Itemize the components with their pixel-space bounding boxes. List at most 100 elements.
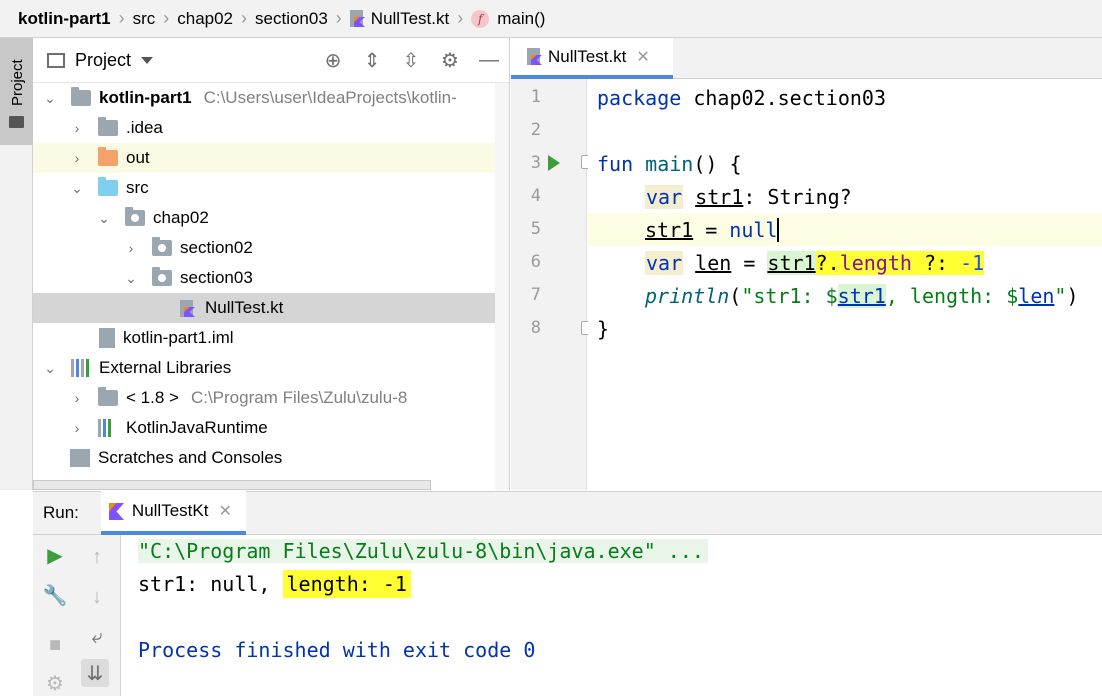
kotlin-file-icon — [349, 10, 365, 27]
function-icon: f — [471, 9, 490, 28]
tab-label: NullTest.kt — [548, 46, 627, 66]
tree-item-label: kotlin-part1.iml — [123, 328, 234, 347]
kotlin-file-icon — [180, 299, 195, 317]
tree-item-section03[interactable]: ⌄ section03 — [33, 263, 509, 293]
chevron-down-icon[interactable]: ⌄ — [97, 210, 111, 226]
gear-icon[interactable]: ⚙ — [438, 48, 462, 72]
scroll-to-end-icon[interactable]: ⇊ — [81, 659, 109, 687]
soft-wrap-icon[interactable]: ⤶ — [83, 623, 111, 651]
line-number: 5 — [530, 219, 541, 239]
operator: ?: — [911, 250, 961, 275]
tree-item-src[interactable]: ⌄ src — [33, 173, 509, 203]
libraries-icon — [71, 359, 91, 377]
package-icon — [152, 267, 172, 286]
highlight-marker: str1?. length ?: -1 — [767, 250, 985, 275]
kotlin-file-icon — [527, 48, 542, 65]
tree-item-jdk[interactable]: › < 1.8 > C:\Program Files\Zulu\zulu-8 — [33, 383, 509, 413]
breadcrumb-chap02[interactable]: chap02 — [177, 9, 233, 29]
chevron-down-icon[interactable]: ⌄ — [124, 270, 138, 286]
wrench-icon[interactable]: 🔧 — [41, 581, 69, 609]
chevron-right-icon: › — [118, 8, 125, 28]
locate-icon[interactable]: ⊕ — [321, 48, 345, 72]
tree-item-idea[interactable]: › .idea — [33, 113, 509, 143]
folder-icon — [98, 117, 118, 136]
code-text: ) — [1066, 283, 1079, 308]
folder-icon — [9, 116, 24, 128]
variable-name: str1 — [645, 217, 694, 242]
kotlin-run-config-icon — [108, 502, 124, 520]
project-panel-header: Project ⊕ ⇕ ⇳ ⚙ — — [33, 38, 509, 83]
collapse-all-icon[interactable]: ⇳ — [399, 48, 423, 72]
tree-item-iml[interactable]: kotlin-part1.iml — [33, 323, 509, 353]
tree-item-kotlin-runtime[interactable]: › KotlinJavaRuntime — [33, 413, 509, 443]
tree-item-path: C:\Program Files\Zulu\zulu-8 — [190, 388, 408, 407]
number-literal: -1 — [960, 250, 985, 275]
close-icon[interactable]: ✕ — [218, 501, 231, 521]
breadcrumb-file[interactable]: NullTest.kt — [349, 9, 449, 29]
tree-item-out[interactable]: › out — [33, 143, 509, 173]
line-number: 3 — [530, 153, 541, 173]
rerun-icon[interactable]: ▶ — [41, 541, 69, 569]
chevron-right-icon[interactable]: › — [70, 420, 84, 436]
stop-icon[interactable]: ■ — [41, 631, 69, 659]
breadcrumb-project[interactable]: kotlin-part1 — [18, 9, 111, 29]
code-line-5: str1 = null — [645, 213, 780, 246]
run-tab-label: NullTestKt — [131, 501, 209, 520]
excluded-folder-icon — [98, 147, 118, 166]
chevron-right-icon: › — [457, 8, 464, 28]
tree-item-label: .idea — [126, 118, 163, 137]
chevron-down-icon[interactable]: ⌄ — [70, 180, 84, 196]
tree-item-scratches[interactable]: Scratches and Consoles — [33, 443, 509, 473]
run-icon[interactable] — [548, 155, 560, 171]
library-icon — [98, 419, 118, 437]
tree-item-label: src — [126, 178, 149, 197]
keyword: var — [645, 184, 684, 209]
console-output-highlight: length: -1 — [282, 570, 411, 598]
chevron-right-icon[interactable]: › — [70, 390, 84, 406]
settings-icon[interactable]: ⚙ — [41, 669, 69, 696]
keyword: package — [597, 85, 682, 110]
expand-all-icon[interactable]: ⇕ — [360, 48, 384, 72]
project-tool-window-button[interactable]: Project — [0, 38, 33, 145]
string-literal: , length: $ — [885, 283, 1019, 308]
run-toolbar: ▶ ↑ 🔧 ↓ ⤶ ■ ⇊ ⚙ — [33, 535, 121, 696]
console-output[interactable]: "C:\Program Files\Zulu\zulu-8\bin\java.e… — [122, 535, 1102, 696]
variable-ref: len — [1018, 283, 1055, 308]
vertical-scrollbar[interactable] — [495, 83, 509, 490]
chevron-down-icon[interactable]: ⌄ — [43, 360, 57, 376]
tab-run-nulltestkt[interactable]: NullTestKt ✕ — [100, 491, 246, 535]
breadcrumb: kotlin-part1 › src › chap02 › section03 … — [0, 0, 1102, 38]
code-editor[interactable]: package chap02.section03 fun main() { va… — [588, 79, 1102, 490]
project-tool-window-label: Project — [9, 59, 26, 106]
arrow-up-icon[interactable]: ↑ — [83, 543, 111, 571]
function-name: main — [645, 151, 694, 176]
chevron-right-icon[interactable]: › — [124, 240, 138, 256]
tree-item-section02[interactable]: › section02 — [33, 233, 509, 263]
chevron-right-icon[interactable]: › — [70, 120, 84, 136]
tree-item-label: chap02 — [153, 208, 209, 227]
console-command: "C:\Program Files\Zulu\zulu-8\bin\java.e… — [138, 539, 708, 563]
arrow-down-icon[interactable]: ↓ — [83, 583, 111, 611]
breadcrumb-function[interactable]: f main() — [471, 9, 545, 29]
tree-item-kotlin-part1[interactable]: ⌄ kotlin-part1 C:\Users\user\IdeaProject… — [33, 83, 509, 113]
tab-nulltest[interactable]: NullTest.kt ✕ — [511, 38, 673, 79]
tree-item-nulltest[interactable]: NullTest.kt — [33, 293, 509, 323]
tree-item-external-libraries[interactable]: ⌄ External Libraries — [33, 353, 509, 383]
chevron-down-icon[interactable]: ⌄ — [43, 90, 57, 106]
jdk-icon — [98, 387, 118, 406]
close-icon[interactable]: ✕ — [636, 47, 649, 67]
horizontal-scrollbar[interactable] — [33, 480, 431, 490]
code-line-7: println("str1: $ str1, length: $ len ") — [645, 279, 1079, 312]
line-number: 4 — [530, 186, 541, 206]
tree-item-chap02[interactable]: ⌄ chap02 — [33, 203, 509, 233]
tool-window-stripe: Project — [0, 38, 33, 490]
chevron-down-icon[interactable] — [141, 56, 154, 64]
minimize-icon[interactable]: — — [477, 48, 501, 72]
breadcrumb-section03[interactable]: section03 — [255, 9, 328, 29]
variable-ref: str1 — [767, 250, 816, 275]
project-view-selector[interactable]: Project — [75, 50, 131, 71]
code-text: ( — [729, 283, 742, 308]
chevron-right-icon[interactable]: › — [70, 150, 84, 166]
scratches-icon — [70, 449, 90, 467]
breadcrumb-src[interactable]: src — [133, 9, 156, 29]
